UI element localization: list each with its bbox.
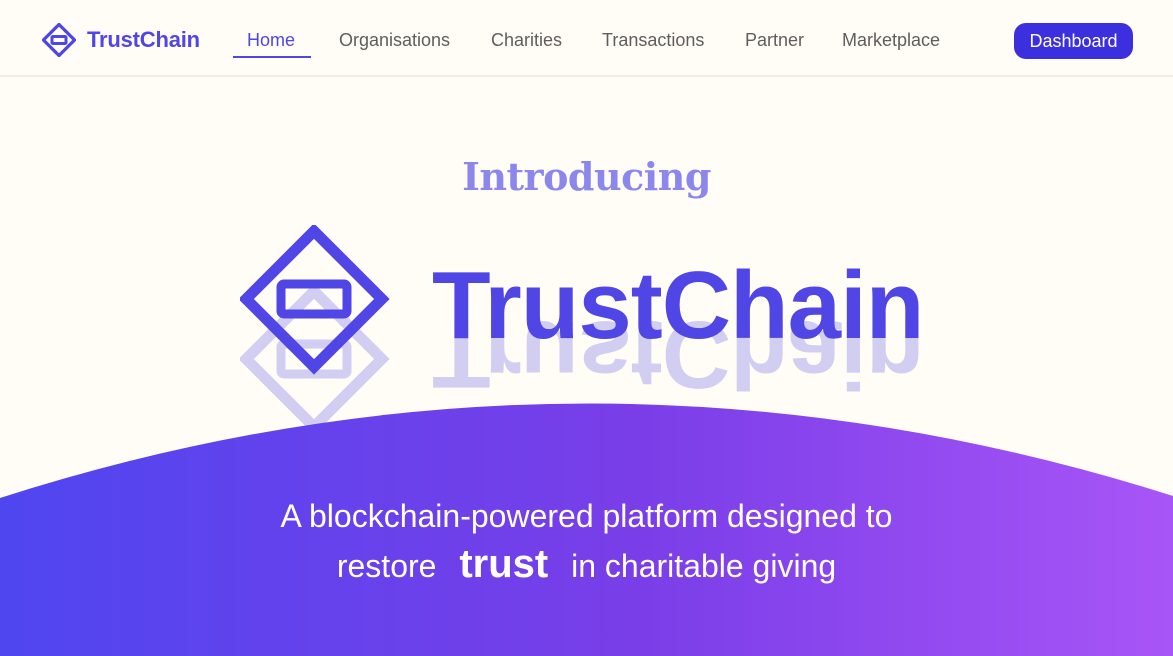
tagline-after: in charitable giving <box>571 548 837 584</box>
hero-tagline: A blockchain-powered platform designed t… <box>0 492 1173 590</box>
tagline-line-1: A blockchain-powered platform designed t… <box>280 498 893 534</box>
tagline-before: restore <box>336 548 437 584</box>
tagline-line-2: restore trust in charitable giving <box>0 540 1173 590</box>
tagline-emphasis: trust <box>459 542 549 586</box>
